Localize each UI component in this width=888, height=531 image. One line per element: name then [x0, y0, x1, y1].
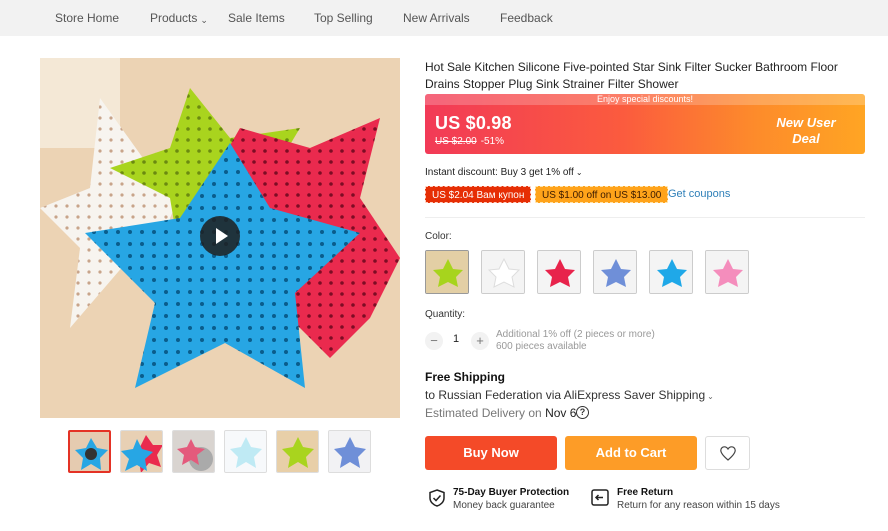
color-swatch-sky-blue[interactable] [649, 250, 693, 294]
estimated-delivery-label: Estimated Delivery on [425, 406, 542, 420]
thumbnail-image [70, 432, 109, 471]
shipping-route-selector[interactable]: to Russian Federation via AliExpress Sav… [425, 388, 714, 402]
color-swatch-green[interactable] [425, 250, 469, 294]
wishlist-button[interactable] [705, 436, 750, 470]
color-label: Color: [425, 231, 452, 242]
thumbnail-4[interactable] [224, 430, 267, 473]
shipping-route: to Russian Federation via AliExpress Sav… [425, 388, 706, 402]
nav-top-selling[interactable]: Top Selling [314, 11, 373, 25]
thumbnail-3[interactable] [172, 430, 215, 473]
product-title: Hot Sale Kitchen Silicone Five-pointed S… [425, 60, 838, 91]
original-price: US $2.00 [435, 136, 477, 147]
chevron-down-icon: ⌄ [200, 15, 208, 25]
shipping-title: Free Shipping [425, 370, 506, 384]
coupon-store[interactable]: US $2.04 Вам купон [425, 186, 532, 203]
color-swatch-purple-blue[interactable] [593, 250, 637, 294]
quantity-increase-button[interactable]: + [471, 332, 489, 350]
thumbnail-2[interactable] [120, 430, 163, 473]
shield-check-icon [429, 489, 445, 507]
play-video-button[interactable] [200, 216, 240, 256]
buyer-protection-title: 75-Day Buyer Protection [453, 487, 570, 498]
discount-percent: -51% [480, 136, 505, 147]
new-user-deal-badge: New User Deal [776, 115, 836, 146]
current-price: US $0.98 [435, 113, 512, 133]
estimated-delivery-date: Nov 6 [545, 406, 577, 420]
heart-icon [720, 446, 736, 461]
thumbnail-1[interactable] [68, 430, 111, 473]
chevron-down-icon: ⌄ [707, 392, 714, 401]
thumbnail-5[interactable] [276, 430, 319, 473]
nav-products[interactable]: Products ⌄ [150, 11, 208, 25]
divider [425, 217, 865, 218]
chevron-down-icon: ⌄ [575, 168, 583, 177]
thumbnail-image [329, 431, 370, 472]
nav-store-home[interactable]: Store Home [55, 11, 119, 25]
swatch-image [706, 251, 748, 293]
thumbnail-image [225, 431, 266, 472]
swatch-image [426, 251, 468, 293]
quantity-decrease-button[interactable]: − [425, 332, 443, 350]
instant-discount[interactable]: Instant discount: Buy 3 get 1% off ⌄ [425, 167, 583, 178]
buy-now-button[interactable]: Buy Now [425, 436, 557, 470]
thumbnail-image [121, 431, 162, 472]
nav-feedback[interactable]: Feedback [500, 11, 553, 25]
quantity-available-note: 600 pieces available [496, 341, 587, 352]
swatch-image [650, 251, 692, 293]
coupon-select[interactable]: US $1.00 off on US $13.00 [535, 186, 669, 203]
price-banner: Enjoy special discounts! US $0.98 US $2.… [425, 94, 865, 154]
return-icon [591, 489, 609, 506]
swatch-image [594, 251, 636, 293]
estimated-delivery: Estimated Delivery on Nov 6 [425, 406, 576, 420]
thumbnail-image [173, 431, 214, 472]
nav-new-arrivals[interactable]: New Arrivals [403, 11, 470, 25]
swatch-image [538, 251, 580, 293]
store-nav: Store Home Products ⌄ Sale Items Top Sell… [0, 0, 888, 36]
play-icon [216, 228, 228, 244]
swatch-image [482, 251, 524, 293]
color-swatch-white[interactable] [481, 250, 525, 294]
banner-promo-text: Enjoy special discounts! [425, 94, 865, 105]
get-coupons-link[interactable]: Get coupons [668, 188, 730, 200]
quantity-value[interactable]: 1 [450, 333, 462, 345]
buyer-protection-subtitle: Money back guarantee [453, 500, 555, 511]
quantity-label: Quantity: [425, 309, 466, 320]
help-icon[interactable]: ? [576, 406, 589, 419]
nav-products-label: Products [150, 11, 198, 25]
free-return-subtitle: Return for any reason within 15 days [617, 500, 780, 511]
thumbnail-6[interactable] [328, 430, 371, 473]
instant-discount-label: Instant discount: Buy 3 get 1% off [425, 167, 574, 178]
thumbnail-image [277, 431, 318, 472]
nav-sale-items[interactable]: Sale Items [228, 11, 285, 25]
quantity-discount-note: Additional 1% off (2 pieces or more) [496, 329, 655, 340]
original-price-row: US $2.00 -51% [435, 136, 504, 147]
product-main-image[interactable] [40, 58, 400, 418]
free-return-title: Free Return [617, 487, 674, 498]
color-swatch-pink[interactable] [705, 250, 749, 294]
color-swatch-red[interactable] [537, 250, 581, 294]
add-to-cart-button[interactable]: Add to Cart [565, 436, 697, 470]
